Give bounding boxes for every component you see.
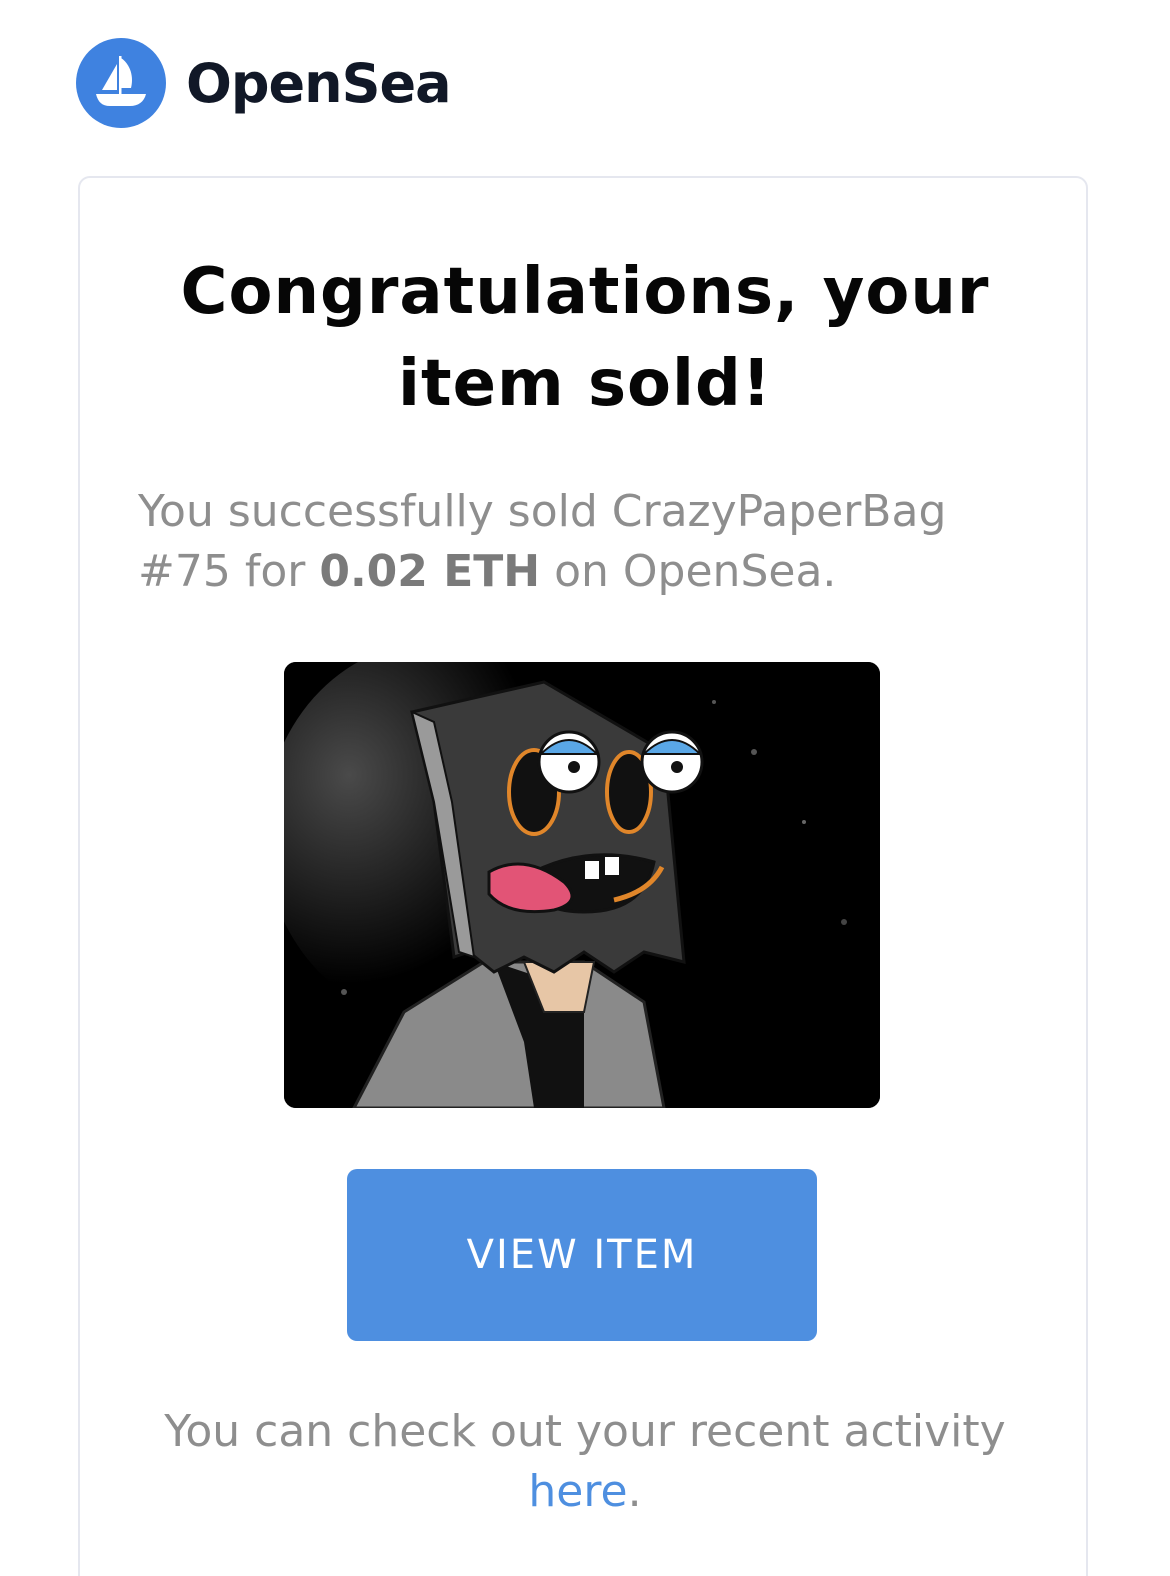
footer-prefix: You can check out your recent activity	[164, 1406, 1006, 1457]
view-item-button[interactable]: VIEW ITEM	[347, 1169, 817, 1341]
footer-suffix: .	[627, 1466, 642, 1517]
message-suffix: on OpenSea.	[554, 546, 837, 597]
footer-link-line: here.	[0, 1462, 1170, 1522]
opensea-logo-icon[interactable]	[76, 38, 166, 128]
email-header: OpenSea	[76, 38, 452, 128]
page-title: Congratulations, your item sold!	[0, 246, 1170, 430]
headline-line-1: Congratulations, your	[180, 255, 990, 329]
sale-message: You successfully sold CrazyPaperBag #75 …	[138, 482, 998, 602]
brand-name: OpenSea	[186, 51, 452, 115]
nft-item-image[interactable]	[284, 662, 880, 1108]
footer-message: You can check out your recent activity h…	[0, 1402, 1170, 1522]
sale-price: 0.02 ETH	[319, 546, 541, 597]
headline-line-2: item sold!	[398, 347, 772, 421]
here-link[interactable]: here	[528, 1466, 627, 1517]
